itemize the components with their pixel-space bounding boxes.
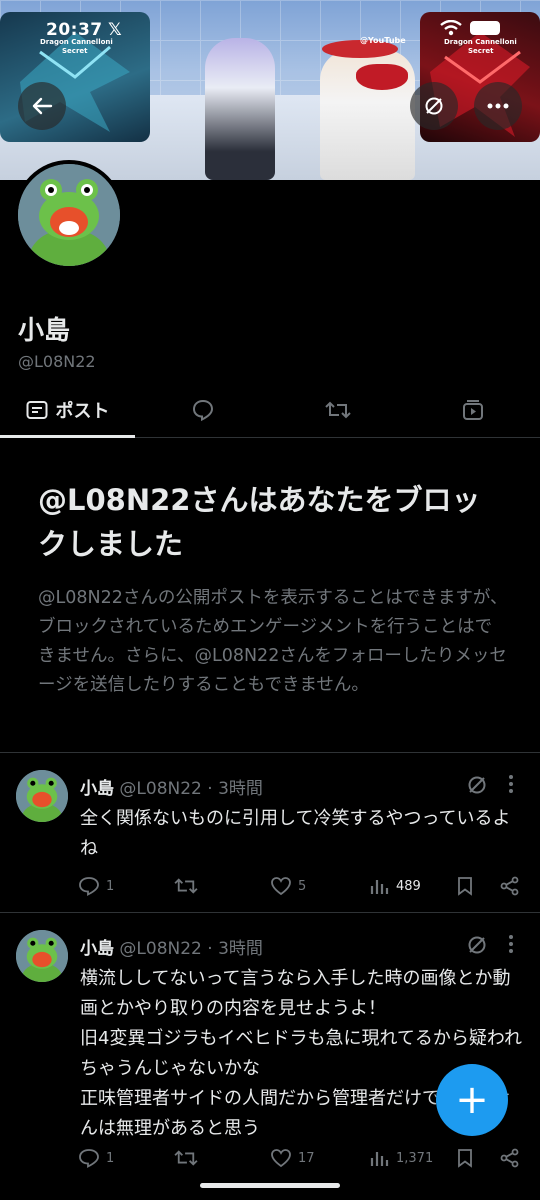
more-vertical-icon[interactable] [508, 934, 514, 954]
like-button[interactable]: 17 [270, 1148, 315, 1168]
media-icon [462, 399, 483, 420]
share-button[interactable] [500, 876, 520, 896]
views-icon [370, 880, 389, 894]
muted-button[interactable] [410, 82, 458, 130]
battery-icon [470, 21, 500, 35]
tweet-2[interactable]: 小島 @L08N22 · 3時間 横流ししてないって言うなら入手した時の画像とか… [0, 912, 540, 1200]
heart-icon [271, 877, 291, 896]
tweet-author-name[interactable]: 小島 [80, 939, 114, 959]
blocked-title: @L08N22さんはあなたをブロックしました [38, 483, 481, 561]
tweet-avatar[interactable] [16, 930, 68, 982]
like-count: 5 [298, 878, 307, 894]
reply-button[interactable]: 1 [78, 1148, 114, 1168]
home-indicator[interactable] [200, 1183, 340, 1188]
share-button[interactable] [500, 1148, 520, 1168]
frog-character-image [16, 930, 68, 982]
card-right-sub: Secret [468, 47, 494, 55]
profile-avatar[interactable] [14, 160, 124, 270]
card-right-label: Dragon Cannelloni [444, 38, 517, 46]
reply-count: 1 [106, 878, 115, 894]
tab-posts[interactable]: ポスト [0, 382, 135, 438]
like-count: 17 [298, 1150, 315, 1166]
reply-icon [79, 1149, 99, 1168]
tab-posts-label: ポスト [55, 400, 110, 422]
tweet-avatar[interactable] [16, 770, 68, 822]
views-icon [370, 1152, 389, 1166]
banner-bow [356, 64, 408, 90]
reply-button[interactable]: 1 [78, 876, 114, 896]
frog-character-image [18, 164, 120, 266]
repost-button[interactable] [174, 1148, 204, 1168]
posts-icon [26, 400, 47, 419]
tweet-top-icons [466, 934, 514, 956]
tweet-header: 小島 @L08N22 · 3時間 [80, 934, 263, 959]
tweet-1[interactable]: 小島 @L08N22 · 3時間 全く関係ないものに引用して冷笑するやつっている… [0, 752, 540, 912]
avatar-image [18, 164, 120, 266]
repost-button[interactable] [174, 876, 204, 896]
repost-icon [174, 878, 198, 894]
profile-handle: @L08N22 [18, 352, 96, 371]
more-vertical-icon[interactable] [508, 774, 514, 794]
tweet-meta: @L08N22 · 3時間 [119, 779, 263, 799]
views-count: 1,371 [396, 1150, 434, 1166]
like-button[interactable]: 5 [270, 876, 306, 896]
status-icons [440, 20, 500, 36]
repost-icon [174, 1150, 198, 1166]
tweet-top-icons [466, 774, 514, 796]
share-icon [500, 1148, 519, 1168]
muted-icon [425, 97, 443, 115]
profile-banner[interactable]: Dragon Cannelloni Secret Dragon Cannello… [0, 0, 540, 180]
tweet-header: 小島 @L08N22 · 3時間 [80, 774, 263, 799]
reply-icon [79, 877, 99, 896]
more-dots-icon [487, 103, 509, 109]
card-left-sub: Secret [62, 47, 88, 55]
tab-media[interactable] [405, 382, 540, 437]
replies-icon [192, 399, 213, 421]
tweet-author-name[interactable]: 小島 [80, 779, 114, 799]
bookmark-icon [458, 877, 472, 896]
wifi-icon [440, 20, 462, 36]
more-button[interactable] [474, 82, 522, 130]
muted-icon[interactable] [466, 934, 488, 956]
plus-icon: + [455, 1077, 489, 1123]
reposts-icon [324, 401, 351, 418]
share-icon [500, 876, 519, 896]
tweet-actions: 1 5 489 [78, 876, 528, 900]
tab-replies[interactable] [135, 382, 270, 437]
arrow-left-icon [32, 97, 53, 115]
views-count: 489 [396, 878, 421, 894]
back-button[interactable] [18, 82, 66, 130]
tweet-meta: @L08N22 · 3時間 [119, 939, 263, 959]
muted-icon[interactable] [466, 774, 488, 796]
banner-character-1 [205, 38, 275, 180]
blocked-description: @L08N22さんの公開ポストを表示することはできますが、ブロックされているため… [38, 588, 508, 695]
profile-tabs: ポスト [0, 382, 540, 438]
banner-overlay-text: @YouTube [360, 36, 406, 45]
heart-icon [271, 1149, 291, 1168]
views-button[interactable]: 1,371 [370, 1148, 433, 1168]
status-time: 20:37 [46, 20, 103, 40]
compose-fab-button[interactable]: + [436, 1064, 508, 1136]
frog-character-image [16, 770, 68, 822]
reply-count: 1 [106, 1150, 115, 1166]
profile-name: 小島 [18, 316, 71, 346]
tweet-actions: 1 17 1,371 [78, 1148, 528, 1172]
x-logo: 𝕏 [108, 20, 122, 40]
tweet-text: 全く関係ないものに引用して冷笑するやつっているよね [80, 808, 511, 859]
tab-reposts[interactable] [270, 382, 405, 437]
blocked-notice: @L08N22さんはあなたをブロックしました @L08N22さんの公開ポストを表… [38, 478, 508, 700]
bookmark-button[interactable] [456, 876, 474, 896]
bookmark-button[interactable] [456, 1148, 474, 1168]
views-button[interactable]: 489 [370, 876, 421, 896]
bookmark-icon [458, 1149, 472, 1168]
